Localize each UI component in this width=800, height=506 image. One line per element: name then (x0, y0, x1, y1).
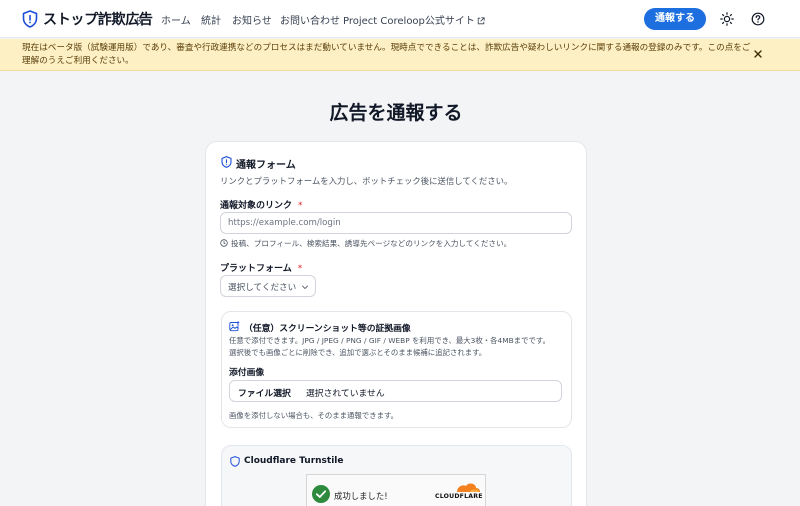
link-field-label: 通報対象のリンク * (220, 198, 303, 211)
link-input[interactable] (220, 212, 572, 234)
shield-icon (221, 156, 232, 168)
nav-stats[interactable]: 統計 (201, 12, 221, 27)
beta-notice-banner: 現在はベータ版（試験運用版）であり、審査や行政連携などのプロセスはまだ動いていま… (0, 39, 800, 71)
theme-toggle-icon[interactable] (720, 12, 734, 26)
turnstile-status: 成功しました! (334, 491, 388, 501)
close-icon[interactable] (752, 48, 764, 60)
banner-text: 現在はベータ版（試験運用版）であり、審査や行政連携などのプロセスはまだ動いていま… (22, 43, 751, 66)
file-status: 選択されていません (306, 389, 385, 399)
help-icon[interactable] (751, 12, 765, 26)
nav-contact[interactable]: お問い合わせ (280, 12, 340, 27)
file-input[interactable]: ファイル選択 選択されていません (229, 380, 562, 402)
turnstile-widget[interactable]: 成功しました! CLOUDFLARE (306, 474, 486, 506)
required-mark: * (298, 201, 303, 211)
check-circle-icon (312, 485, 330, 503)
platform-label-text: プラットフォーム (220, 264, 292, 274)
evidence-title: （任意）スクリーンショット等の証拠画像 (244, 324, 411, 334)
shield-icon (230, 456, 240, 467)
clock-icon (220, 239, 228, 247)
shield-icon (22, 10, 38, 28)
chevron-down-icon (302, 285, 308, 290)
required-mark: * (297, 264, 303, 274)
top-header: ストップ詐欺広告 β ホーム 統計 お知らせ お問い合わせ Project Co… (0, 0, 800, 38)
platform-select[interactable]: 選択してください (220, 275, 316, 297)
nav-news[interactable]: お知らせ (232, 12, 272, 27)
link-help: 投稿、プロフィール、検索結果、誘導先ページなどのリンクを入力してください。 (220, 238, 511, 249)
cloudflare-logo-text: CLOUDFLARE (435, 493, 483, 500)
link-help-text: 投稿、プロフィール、検索結果、誘導先ページなどのリンクを入力してください。 (231, 239, 512, 248)
turnstile-title: Cloudflare Turnstile (244, 456, 344, 466)
attach-label: 添付画像 (229, 368, 265, 378)
link-label-text: 通報対象のリンク (220, 201, 293, 211)
page-title: 広告を通報する (329, 102, 463, 124)
external-link-icon (477, 17, 485, 25)
nav-coreloop-link[interactable]: Project Coreloop公式サイト (343, 12, 485, 27)
platform-field-label: プラットフォーム * (220, 261, 302, 274)
beta-label: β (136, 17, 142, 27)
evidence-desc-line2: 選択後でも画像ごとに削除でき、追加で選ぶとそのまま候補に追記されます。 (229, 348, 487, 357)
image-upload-icon (229, 321, 240, 332)
platform-select-value: 選択してください (228, 283, 297, 293)
form-title: 通報フォーム (236, 160, 296, 171)
form-description: リンクとプラットフォームを入力し、ボットチェック後に送信してください。 (220, 176, 513, 186)
file-note: 画像を添付しない場合も、そのまま通報できます。 (229, 411, 399, 420)
evidence-desc-line1: 任意で添付できます。JPG / JPEG / PNG / GIF / WEBP … (229, 336, 550, 345)
nav-home[interactable]: ホーム (161, 12, 191, 27)
evidence-description: 任意で添付できます。JPG / JPEG / PNG / GIF / WEBP … (229, 335, 565, 359)
file-select-button[interactable]: ファイル選択 (238, 386, 291, 399)
nav-coreloop-label: Project Coreloop公式サイト (343, 16, 475, 27)
report-button[interactable]: 通報する (644, 8, 706, 30)
